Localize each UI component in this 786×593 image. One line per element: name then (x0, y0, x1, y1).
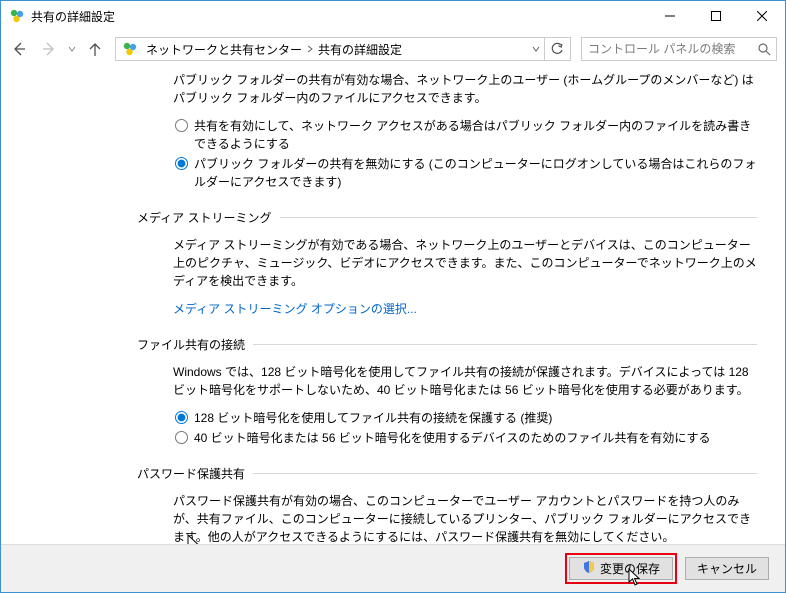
back-button[interactable] (5, 35, 33, 63)
refresh-button[interactable] (544, 37, 568, 61)
radio-public-enable-label: 共有を有効にして、ネットワーク アクセスがある場合はパブリック フォルダー内のフ… (194, 117, 757, 153)
navbar: ネットワークと共有センター 共有の詳細設定 (1, 31, 785, 67)
save-changes-button[interactable]: 変更の保存 (569, 557, 673, 580)
radio-enc-128-label: 128 ビット暗号化を使用してファイル共有の接続を保護する (推奨) (194, 409, 757, 427)
section-media-streaming: メディア ストリーミング (137, 209, 757, 226)
section-file-connections: ファイル共有の接続 (137, 336, 757, 353)
media-intro: メディア ストリーミングが有効である場合、ネットワーク上のユーザーとデバイスは、… (173, 236, 757, 290)
file-conn-intro: Windows では、128 ビット暗号化を使用してファイル共有の接続が保護され… (173, 363, 757, 399)
radio-public-enable[interactable] (175, 119, 188, 132)
password-intro: パスワード保護共有が有効の場合、このコンピューターでユーザー アカウントとパスワ… (173, 492, 757, 544)
radio-enc-4056[interactable] (175, 431, 188, 444)
section-title-file-conn: ファイル共有の接続 (137, 336, 245, 353)
chevron-right-icon[interactable] (306, 45, 314, 53)
close-button[interactable] (739, 1, 785, 31)
breadcrumb-current[interactable]: 共有の詳細設定 (314, 41, 406, 58)
cancel-button-label: キャンセル (697, 560, 757, 577)
media-options-link[interactable]: メディア ストリーミング オプションの選択... (173, 300, 417, 318)
section-title-password: パスワード保護共有 (137, 465, 245, 482)
breadcrumb-root[interactable]: ネットワークと共有センター (142, 41, 306, 58)
radio-enc-128[interactable] (175, 411, 188, 424)
radio-enc-4056-label: 40 ビット暗号化または 56 ビット暗号化を使用するデバイスのためのファイル共… (194, 429, 757, 447)
address-history-dropdown[interactable] (526, 38, 544, 60)
location-icon (122, 41, 138, 57)
save-button-label: 変更の保存 (600, 560, 660, 577)
highlight-save-button: 変更の保存 (565, 553, 677, 584)
address-bar[interactable]: ネットワークと共有センター 共有の詳細設定 (115, 37, 571, 61)
window-title: 共有の詳細設定 (31, 8, 115, 25)
up-button[interactable] (81, 35, 109, 63)
content-pane: パブリック フォルダーの共有が有効な場合、ネットワーク上のユーザー (ホームグル… (1, 67, 785, 544)
section-password-sharing: パスワード保護共有 (137, 465, 757, 482)
minimize-button[interactable] (647, 1, 693, 31)
window-frame: 共有の詳細設定 (0, 0, 786, 593)
section-title-media: メディア ストリーミング (137, 209, 272, 226)
search-box[interactable] (581, 37, 777, 61)
footer-bar: 変更の保存 キャンセル (1, 544, 785, 592)
cancel-button[interactable]: キャンセル (685, 557, 769, 580)
radio-public-disable[interactable] (175, 157, 188, 170)
search-input[interactable] (582, 42, 752, 56)
app-icon (9, 8, 25, 24)
titlebar: 共有の詳細設定 (1, 1, 785, 31)
radio-public-disable-label: パブリック フォルダーの共有を無効にする (このコンピューターにログオンしている… (194, 155, 757, 191)
recent-dropdown[interactable] (65, 35, 79, 63)
public-folder-intro: パブリック フォルダーの共有が有効な場合、ネットワーク上のユーザー (ホームグル… (173, 71, 757, 107)
shield-icon (582, 560, 596, 577)
maximize-button[interactable] (693, 1, 739, 31)
forward-button[interactable] (35, 35, 63, 63)
search-icon[interactable] (752, 38, 776, 60)
